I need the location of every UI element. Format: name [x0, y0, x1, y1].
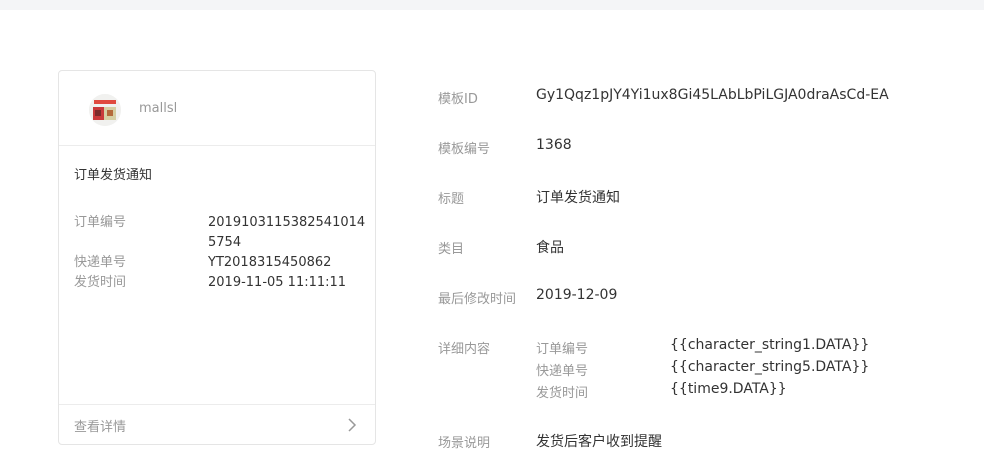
top-bar	[0, 0, 984, 10]
detail-value: {{time9.DATA}}	[670, 381, 787, 397]
template-id-label: 模板ID	[438, 92, 478, 107]
detail-value: {{character_string1.DATA}}	[670, 337, 870, 353]
detail-key: 订单编号	[536, 342, 589, 357]
details-label: 详细内容	[438, 342, 491, 357]
field-value: 20191031153825410145754	[208, 215, 366, 250]
title-label: 标题	[438, 192, 465, 207]
field-value: YT2018315450862	[208, 255, 332, 270]
chevron-right-icon	[345, 417, 359, 433]
template-number-value: 1368	[536, 137, 572, 153]
field-label: 订单编号	[74, 215, 127, 230]
category-value: 食品	[536, 240, 564, 256]
detail-key: 发货时间	[536, 386, 589, 401]
last-modified-label: 最后修改时间	[438, 292, 517, 307]
scenario-label: 场景说明	[438, 436, 491, 451]
scenario-value: 发货后客户收到提醒	[536, 434, 662, 450]
detail-key: 快递单号	[536, 364, 589, 379]
message-title: 订单发货通知	[74, 168, 153, 183]
field-label: 快递单号	[74, 255, 127, 270]
template-preview-card: mallsl 订单发货通知 订单编号 201910311538254101457…	[58, 70, 376, 445]
shop-avatar	[89, 94, 121, 126]
card-header: mallsl	[59, 71, 375, 146]
field-label: 发货时间	[74, 275, 127, 290]
template-number-label: 模板编号	[438, 142, 491, 157]
view-details-row[interactable]: 查看详情	[59, 404, 375, 444]
view-details-link[interactable]: 查看详情	[74, 416, 126, 435]
category-label: 类目	[438, 242, 465, 257]
field-value: 2019-11-05 11:11:11	[208, 275, 347, 290]
detail-value: {{character_string5.DATA}}	[670, 359, 870, 375]
shop-name: mallsl	[139, 101, 178, 116]
template-id-value: Gy1Qqz1pJY4Yi1ux8Gi45LAbLbPiLGJA0draAsCd…	[536, 87, 889, 103]
last-modified-value: 2019-12-09	[536, 287, 618, 303]
title-value: 订单发货通知	[536, 190, 620, 206]
